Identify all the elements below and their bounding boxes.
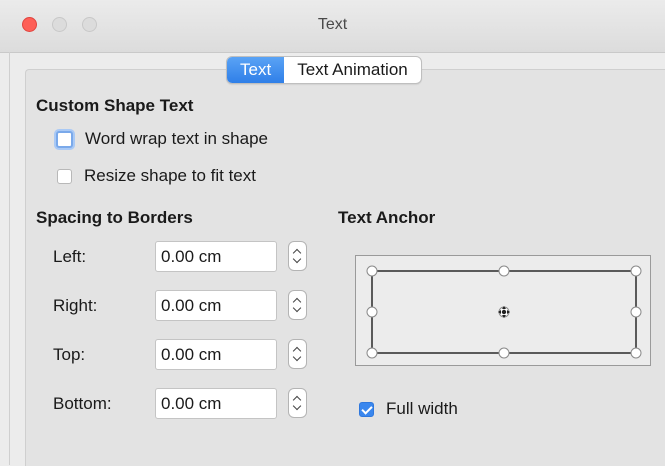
bottom-spacing-field[interactable]: 0.00 cm: [155, 388, 277, 419]
bottom-label: Bottom:: [53, 394, 112, 413]
left-spacing-stepper[interactable]: [288, 241, 307, 271]
top-label: Top:: [53, 345, 86, 364]
resize-shape-label: Resize shape to fit text: [84, 166, 256, 185]
anchor-bottom-right[interactable]: [630, 347, 642, 359]
anchor-selected-marker: [498, 306, 510, 318]
window-title: Text: [317, 16, 348, 33]
resize-shape-option[interactable]: Resize shape to fit text: [57, 166, 256, 186]
spacing-to-borders-heading: Spacing to Borders: [36, 208, 193, 227]
right-spacing-stepper[interactable]: [288, 290, 307, 320]
word-wrap-option[interactable]: Word wrap text in shape: [56, 129, 268, 149]
word-wrap-checkbox[interactable]: [56, 130, 73, 148]
title-bar: Text: [0, 0, 665, 53]
custom-shape-text-heading: Custom Shape Text: [36, 96, 194, 115]
top-spacing-field[interactable]: 0.00 cm: [155, 339, 277, 370]
right-spacing-field[interactable]: 0.00 cm: [155, 290, 277, 321]
tab-text-animation[interactable]: Text Animation: [284, 57, 421, 83]
tab-bar: Text Text Animation: [226, 56, 422, 84]
full-width-option[interactable]: Full width: [359, 399, 458, 419]
window-edge: [9, 52, 10, 465]
anchor-middle-left[interactable]: [366, 306, 378, 318]
tab-text[interactable]: Text: [227, 57, 285, 83]
anchor-bottom-center[interactable]: [498, 347, 510, 359]
anchor-top-center[interactable]: [498, 265, 510, 277]
text-anchor-heading: Text Anchor: [338, 208, 436, 227]
left-spacing-field[interactable]: 0.00 cm: [155, 241, 277, 272]
right-label: Right:: [53, 296, 98, 315]
bottom-spacing-stepper[interactable]: [288, 388, 307, 418]
text-anchor-selector: [355, 255, 651, 366]
left-label: Left:: [53, 247, 87, 266]
anchor-top-right[interactable]: [630, 265, 642, 277]
anchor-top-left[interactable]: [366, 265, 378, 277]
top-spacing-stepper[interactable]: [288, 339, 307, 369]
full-width-checkbox[interactable]: [359, 401, 374, 417]
full-width-label: Full width: [386, 399, 458, 418]
anchor-bottom-left[interactable]: [366, 347, 378, 359]
anchor-middle-right[interactable]: [630, 306, 642, 318]
resize-shape-checkbox[interactable]: [57, 168, 72, 184]
word-wrap-label: Word wrap text in shape: [85, 129, 268, 148]
